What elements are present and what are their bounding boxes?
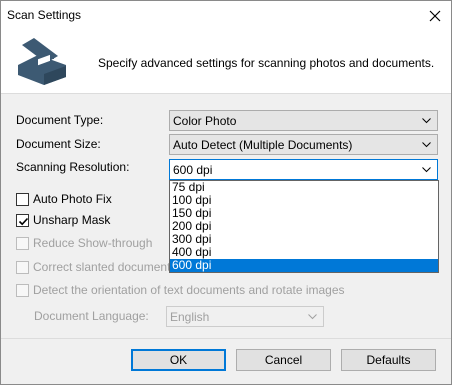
footer-divider <box>1 338 451 339</box>
header-banner: Specify advanced settings for scanning p… <box>1 30 451 94</box>
document-size-value: Auto Detect (Multiple Documents) <box>173 138 353 152</box>
scanning-resolution-value: 600 dpi <box>173 163 213 177</box>
detect-orientation-checkbox <box>16 284 29 297</box>
chevron-down-icon <box>422 142 431 148</box>
cancel-button[interactable]: Cancel <box>236 349 331 371</box>
document-type-value: Color Photo <box>173 114 237 128</box>
document-language-label: Document Language: <box>34 309 149 323</box>
resolution-option-selected[interactable]: 600 dpi <box>170 259 438 272</box>
reduce-show-through-label: Reduce Show-through <box>33 236 153 250</box>
chevron-down-icon <box>422 167 431 173</box>
scanning-resolution-label: Scanning Resolution: <box>16 160 130 174</box>
scan-settings-window: Scan Settings Specify advanced settings … <box>0 0 452 385</box>
document-type-select[interactable]: Color Photo <box>169 110 438 131</box>
detect-orientation-label: Detect the orientation of text documents… <box>33 283 345 297</box>
document-language-select: English <box>166 306 324 327</box>
reduce-show-through-checkbox <box>16 237 29 250</box>
auto-photo-fix-label: Auto Photo Fix <box>33 192 112 206</box>
checkmark-icon <box>18 217 29 226</box>
document-size-select[interactable]: Auto Detect (Multiple Documents) <box>169 134 438 155</box>
document-type-label: Document Type: <box>16 113 104 127</box>
document-language-value: English <box>170 310 210 324</box>
window-title: Scan Settings <box>7 8 82 22</box>
correct-slanted-checkbox <box>16 261 29 274</box>
scanner-icon <box>18 38 66 85</box>
chevron-down-icon <box>308 314 317 320</box>
defaults-button[interactable]: Defaults <box>341 349 436 371</box>
title-bar[interactable]: Scan Settings <box>1 1 451 30</box>
close-icon <box>429 10 441 21</box>
scanning-resolution-select[interactable]: 600 dpi <box>169 159 438 180</box>
chevron-down-icon <box>422 118 431 124</box>
document-size-label: Document Size: <box>16 137 101 151</box>
unsharp-mask-checkbox[interactable] <box>16 214 29 227</box>
unsharp-mask-label: Unsharp Mask <box>33 213 111 227</box>
auto-photo-fix-checkbox[interactable] <box>16 193 29 206</box>
header-description: Specify advanced settings for scanning p… <box>98 56 435 70</box>
resolution-dropdown-list[interactable]: 75 dpi 100 dpi 150 dpi 200 dpi 300 dpi 4… <box>169 180 439 273</box>
close-button[interactable] <box>419 1 451 30</box>
ok-button[interactable]: OK <box>131 349 226 371</box>
correct-slanted-label: Correct slanted document <box>33 260 171 274</box>
